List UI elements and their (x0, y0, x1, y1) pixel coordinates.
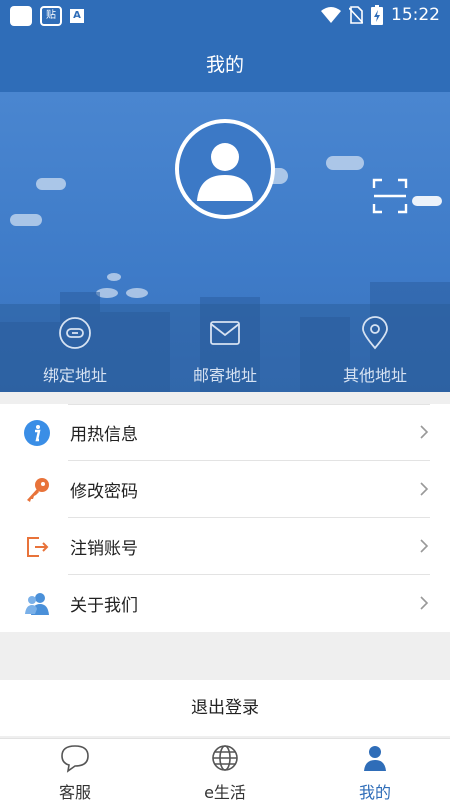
profile-header: 绑定地址 邮寄地址 其他地址 (0, 92, 450, 392)
address-label: 邮寄地址 (192, 366, 257, 385)
sticker-app-icon: 贴 (40, 6, 62, 26)
mailing-address-button[interactable]: 邮寄地址 (150, 304, 300, 392)
tab-label: 客服 (58, 783, 91, 800)
users-icon (25, 593, 49, 615)
chevron-right-icon (420, 425, 429, 439)
status-bar: 贴 A 15:22 (0, 0, 450, 32)
settings-menu: 用热信息 修改密码 注销账号 关于我们 (0, 404, 450, 632)
tab-e-life[interactable]: e生活 (150, 739, 300, 800)
menu-item-label: 修改密码 (70, 482, 138, 502)
location-pin-icon (362, 316, 388, 350)
scan-icon[interactable] (372, 178, 408, 214)
wifi-icon (321, 7, 341, 23)
menu-item-about-us[interactable]: 关于我们 (0, 575, 450, 632)
clock: 15:22 (391, 5, 440, 25)
other-address-button[interactable]: 其他地址 (300, 304, 450, 392)
default-user-icon (197, 143, 253, 201)
tab-label: e生活 (204, 783, 246, 800)
menu-item-label: 用热信息 (70, 425, 138, 445)
menu-item-label: 注销账号 (70, 539, 138, 559)
title-bar: 我的 (0, 32, 450, 92)
no-sim-icon (349, 6, 363, 24)
bound-address-button[interactable]: 绑定地址 (0, 304, 150, 392)
chevron-right-icon (420, 539, 429, 553)
mail-icon (210, 321, 240, 345)
cloud-decoration (326, 156, 364, 170)
app-notification-icon (10, 6, 32, 26)
cloud-decoration (412, 196, 442, 206)
user-icon (364, 746, 386, 771)
logout-button[interactable]: 退出登录 (0, 680, 450, 736)
tab-customer-service[interactable]: 客服 (0, 739, 150, 800)
chevron-right-icon (420, 596, 429, 610)
notification-icons: 贴 A (10, 6, 84, 26)
address-label: 其他地址 (342, 366, 407, 385)
cloud-decoration (10, 214, 42, 226)
menu-item-change-password[interactable]: 修改密码 (0, 461, 450, 518)
key-icon (27, 478, 49, 502)
cloud-decoration (107, 273, 121, 281)
menu-item-label: 关于我们 (70, 596, 138, 616)
menu-item-cancel-account[interactable]: 注销账号 (0, 518, 450, 575)
page-title: 我的 (205, 54, 244, 76)
address-label: 绑定地址 (42, 366, 107, 385)
info-icon (24, 420, 50, 446)
avatar[interactable] (175, 119, 275, 219)
battery-charging-icon (371, 5, 383, 25)
chat-bubble-icon (61, 745, 89, 773)
chevron-right-icon (420, 482, 429, 496)
cloud-decoration (36, 178, 66, 190)
link-icon (59, 317, 91, 349)
tab-mine[interactable]: 我的 (300, 739, 450, 800)
menu-item-heating-info[interactable]: 用热信息 (0, 404, 450, 461)
bottom-tab-bar: 客服 e生活 我的 (0, 738, 450, 800)
a-app-icon: A (70, 9, 84, 23)
cloud-decoration (126, 288, 148, 298)
tab-label: 我的 (358, 783, 391, 800)
globe-icon (212, 745, 238, 771)
logout-box-icon (27, 537, 49, 557)
address-shortcuts: 绑定地址 邮寄地址 其他地址 (0, 304, 450, 392)
